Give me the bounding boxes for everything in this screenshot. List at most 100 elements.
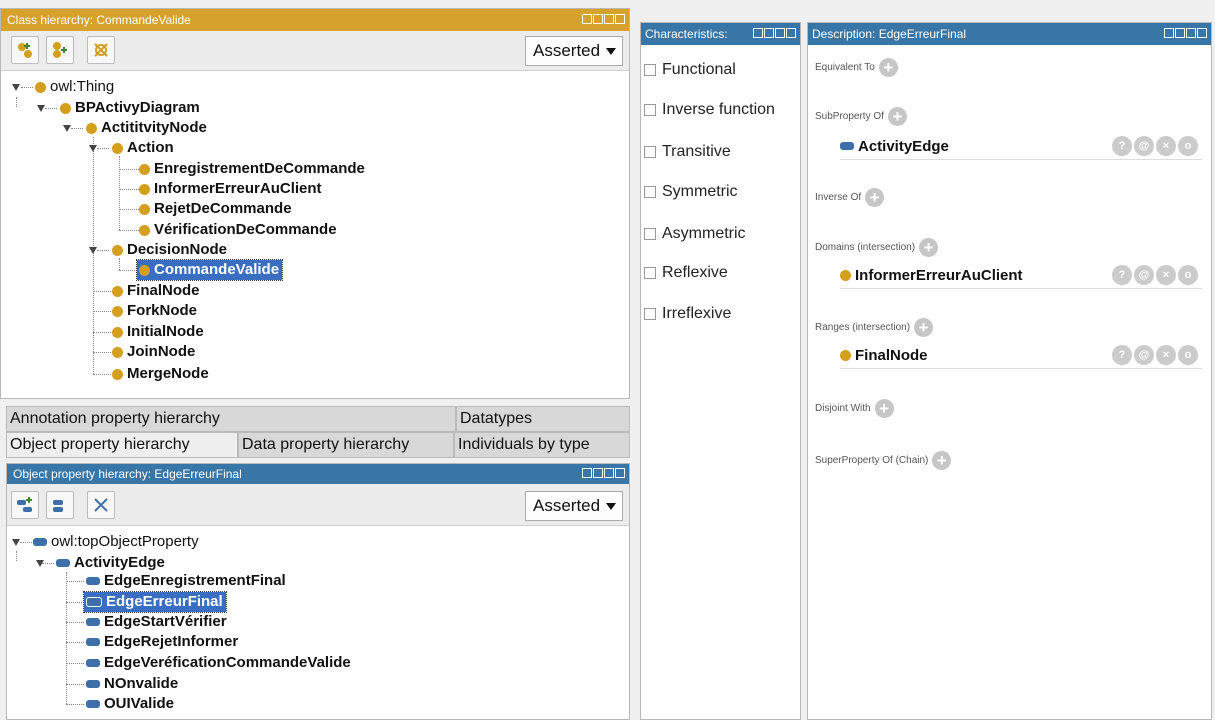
edit-icon[interactable]: o <box>1178 345 1198 365</box>
subproperty-entry[interactable]: ActivityEdge ? @ × o <box>840 133 1202 160</box>
tab-data-property-hierarchy[interactable]: Data property hierarchy <box>238 432 454 458</box>
annotate-icon[interactable]: @ <box>1134 136 1154 156</box>
class-icon <box>112 326 123 338</box>
class-icon <box>139 264 150 276</box>
object-property-icon <box>86 597 102 607</box>
symmetric-checkbox[interactable]: Symmetric <box>644 183 738 201</box>
tree-node[interactable]: EdgeEnregistrementFinal <box>86 571 286 591</box>
entry-actions: ? @ × o <box>1112 265 1198 285</box>
edit-icon[interactable]: o <box>1178 265 1198 285</box>
equivalent-to-section: Equivalent To + <box>815 58 898 77</box>
add-icon[interactable]: + <box>865 188 885 207</box>
class-icon <box>840 349 851 361</box>
class-icon <box>112 368 123 380</box>
edit-icon[interactable]: o <box>1178 136 1198 156</box>
delete-icon[interactable]: × <box>1156 265 1176 285</box>
transitive-checkbox[interactable]: Transitive <box>644 143 731 161</box>
class-toolbar: Asserted <box>1 31 629 71</box>
add-subclass-button[interactable] <box>11 36 39 64</box>
object-property-icon <box>840 142 854 150</box>
domain-entry[interactable]: InformerErreurAuClient ? @ × o <box>840 262 1202 289</box>
window-buttons[interactable] <box>582 14 625 24</box>
tree-node[interactable]: owl:topObjectProperty <box>33 532 199 552</box>
tree-node[interactable]: BPActivyDiagram <box>60 98 200 118</box>
add-icon[interactable]: + <box>874 399 894 418</box>
delete-class-button[interactable] <box>87 36 115 64</box>
window-buttons[interactable] <box>582 468 625 478</box>
expand-toggle[interactable] <box>89 247 97 254</box>
expand-toggle[interactable] <box>89 145 97 152</box>
tree-node[interactable]: DecisionNode <box>112 240 227 260</box>
add-sibling-class-button[interactable] <box>46 36 74 64</box>
window-buttons[interactable] <box>753 28 796 38</box>
tree-node[interactable]: ForkNode <box>112 301 197 321</box>
characteristics-panel: Characteristics: <box>640 22 801 720</box>
class-icon <box>112 244 123 256</box>
annotate-icon[interactable]: @ <box>1134 265 1154 285</box>
delete-icon[interactable]: × <box>1156 136 1176 156</box>
help-icon[interactable]: ? <box>1112 265 1132 285</box>
expand-toggle[interactable] <box>37 105 45 112</box>
tree-node[interactable]: ActititvityNode <box>86 118 207 138</box>
add-icon[interactable]: + <box>932 451 952 470</box>
add-icon[interactable]: + <box>919 238 939 257</box>
tree-node[interactable]: Action <box>112 138 174 158</box>
tree-node-selected[interactable]: EdgeErreurFinal <box>83 591 227 613</box>
help-icon[interactable]: ? <box>1112 345 1132 365</box>
tree-node[interactable]: JoinNode <box>112 342 195 362</box>
tree-node[interactable]: ActivityEdge <box>56 553 165 573</box>
tree-node[interactable]: InitialNode <box>112 322 204 342</box>
expand-toggle[interactable] <box>12 539 20 546</box>
tree-node[interactable]: EnregistrementDeCommande <box>139 159 365 179</box>
class-icon <box>60 102 71 114</box>
tab-annotation-property-hierarchy[interactable]: Annotation property hierarchy <box>6 406 456 432</box>
tree-node-selected[interactable]: CommandeValide <box>135 259 284 281</box>
tree-node[interactable]: EdgeVeréficationCommandeValide <box>86 653 351 673</box>
window-buttons[interactable] <box>1164 28 1207 38</box>
tree-node[interactable]: OUIValide <box>86 694 174 714</box>
tree-node[interactable]: MergeNode <box>112 364 209 384</box>
reflexive-checkbox[interactable]: Reflexive <box>644 264 728 282</box>
add-sibling-property-button[interactable] <box>46 491 74 519</box>
functional-checkbox[interactable]: Functional <box>644 61 736 79</box>
chevron-down-icon <box>606 503 616 510</box>
inverse-functional-checkbox[interactable]: Inverse function <box>644 101 775 119</box>
delete-icon[interactable]: × <box>1156 345 1176 365</box>
tree-node[interactable]: owl:Thing <box>35 77 114 97</box>
tree-node[interactable]: EdgeRejetInformer <box>86 632 238 652</box>
add-sibling-property-icon <box>53 500 63 512</box>
class-icon <box>139 224 150 236</box>
annotate-icon[interactable]: @ <box>1134 345 1154 365</box>
asserted-dropdown[interactable]: Asserted <box>525 36 623 66</box>
add-icon[interactable]: + <box>878 58 898 77</box>
tree-node[interactable]: FinalNode <box>112 281 200 301</box>
tab-object-property-hierarchy[interactable]: Object property hierarchy <box>6 432 238 458</box>
irreflexive-checkbox[interactable]: Irreflexive <box>644 305 731 323</box>
tab-individuals-by-type[interactable]: Individuals by type <box>454 432 630 458</box>
range-entry[interactable]: FinalNode ? @ × o <box>840 342 1202 369</box>
asserted-dropdown[interactable]: Asserted <box>525 491 623 521</box>
add-icon[interactable]: + <box>914 318 934 337</box>
disjoint-with-section: Disjoint With + <box>815 399 894 418</box>
tree-node[interactable]: NOnvalide <box>86 674 178 694</box>
class-icon <box>35 81 46 93</box>
add-subclass-icon <box>18 43 32 58</box>
tab-datatypes[interactable]: Datatypes <box>456 406 630 432</box>
entry-actions: ? @ × o <box>1112 136 1198 156</box>
add-sub-property-button[interactable] <box>11 491 39 519</box>
tree-node[interactable]: VérificationDeCommande <box>139 220 337 240</box>
asymmetric-checkbox[interactable]: Asymmetric <box>644 225 746 243</box>
tree-node[interactable]: RejetDeCommande <box>139 199 292 219</box>
tree-node[interactable]: InformerErreurAuClient <box>139 179 322 199</box>
help-icon[interactable]: ? <box>1112 136 1132 156</box>
expand-toggle[interactable] <box>12 84 20 91</box>
tree-node[interactable]: EdgeStartVérifier <box>86 612 227 632</box>
expand-toggle[interactable] <box>36 560 44 567</box>
add-icon[interactable]: + <box>887 107 907 126</box>
delete-property-button[interactable] <box>87 491 115 519</box>
class-icon <box>86 122 97 134</box>
expand-toggle[interactable] <box>63 125 71 132</box>
object-property-icon <box>56 559 70 567</box>
characteristics-title: Characteristics: <box>641 23 800 45</box>
superproperty-chain-section: SuperProperty Of (Chain) + <box>815 451 952 470</box>
